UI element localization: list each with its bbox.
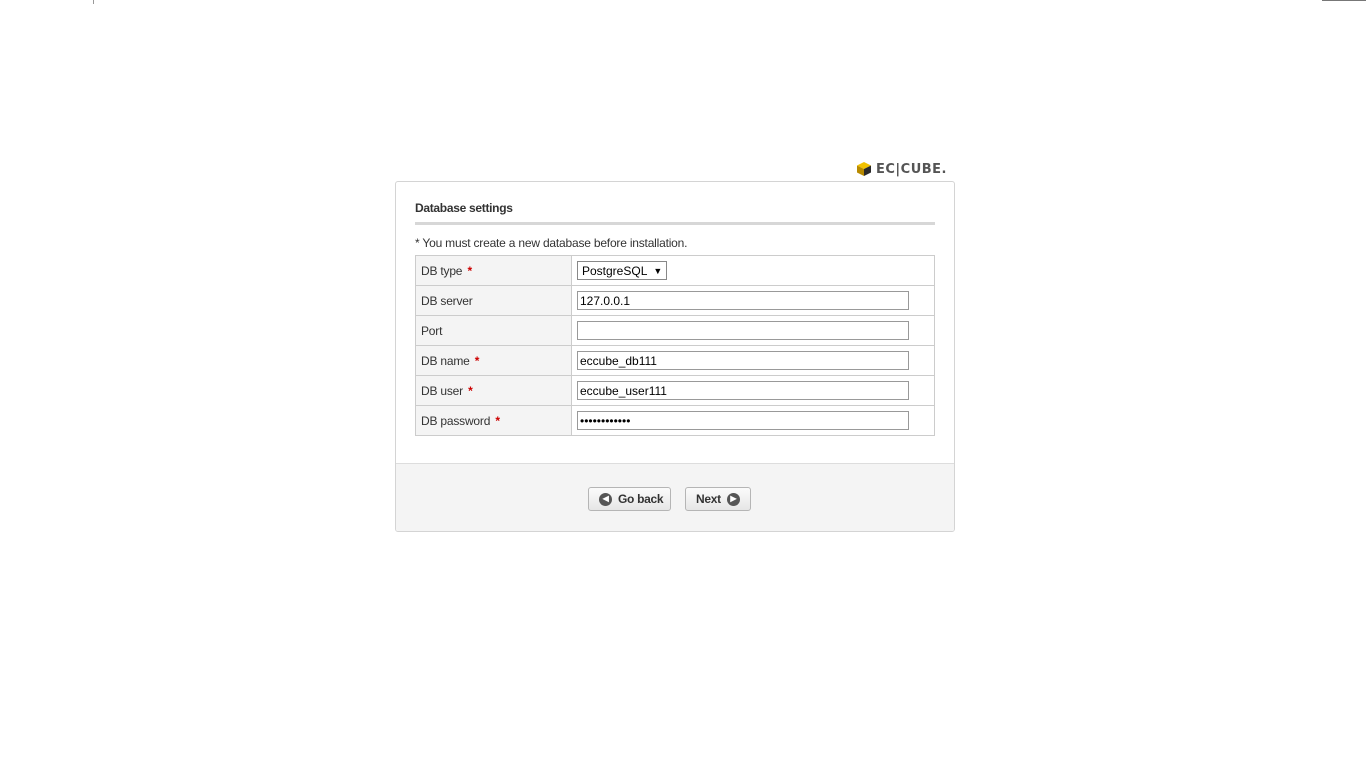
cube-logo-icon (857, 162, 871, 176)
db-password-value-cell (571, 405, 935, 436)
arrow-left-icon: ◀ (599, 492, 612, 506)
next-button[interactable]: Next ▶ (685, 487, 751, 511)
db-name-value-cell (571, 345, 935, 376)
db-server-value-cell (571, 285, 935, 316)
installer-page: EC|CUBE. Database settings * You must cr… (0, 0, 1366, 768)
form-row-db-password: DB password * (415, 405, 935, 436)
panel-body: Database settings * You must create a ne… (415, 201, 935, 436)
form-row-port: Port (415, 315, 935, 346)
db-name-input[interactable] (577, 351, 909, 370)
db-type-value-cell: PostgreSQL ▼ (571, 255, 935, 286)
go-back-button[interactable]: ◀ Go back (588, 487, 671, 511)
port-label: Port (421, 323, 443, 338)
required-mark: * (467, 263, 472, 278)
logo-text: EC|CUBE. (876, 161, 947, 177)
db-user-label-cell: DB user * (415, 375, 572, 406)
db-user-label: DB user (421, 383, 463, 398)
form-row-db-user: DB user * (415, 375, 935, 406)
arrow-right-icon: ▶ (726, 492, 740, 506)
db-type-label: DB type (421, 263, 463, 278)
db-password-label: DB password (421, 413, 491, 428)
notice-text: * You must create a new database before … (415, 236, 688, 250)
button-bar: ◀ Go back Next ▶ (396, 463, 954, 531)
dropdown-arrow-icon: ▼ (653, 265, 663, 276)
db-password-label-cell: DB password * (415, 405, 572, 436)
database-form: DB type * PostgreSQL ▼ DB server 127.0.0… (415, 255, 935, 436)
required-mark: * (474, 353, 480, 368)
db-user-input[interactable] (577, 381, 909, 400)
db-name-label: DB name (421, 353, 470, 368)
next-label: Next (696, 492, 721, 506)
required-mark: * (495, 413, 500, 428)
page-edge-mark (93, 0, 94, 4)
port-label-cell: Port (415, 315, 572, 346)
database-settings-panel: Database settings * You must create a ne… (395, 181, 955, 532)
db-type-label-cell: DB type * (415, 255, 572, 286)
db-server-input[interactable] (577, 291, 909, 310)
eccube-logo: EC|CUBE. (856, 160, 956, 178)
port-input[interactable] (577, 321, 909, 340)
page-edge-line (1322, 0, 1366, 1)
db-server-label-cell: DB server (415, 285, 572, 316)
db-user-value-cell (571, 375, 935, 406)
section-title: Database settings (415, 201, 935, 225)
go-back-label: Go back (618, 492, 664, 506)
form-row-db-type: DB type * PostgreSQL ▼ (415, 255, 935, 286)
db-type-selected-value: PostgreSQL (582, 263, 648, 278)
port-value-cell (571, 315, 935, 346)
required-mark: * (468, 383, 473, 398)
db-password-input[interactable] (577, 411, 909, 430)
form-row-db-server: DB server (415, 285, 935, 316)
db-type-select[interactable]: PostgreSQL ▼ (577, 261, 668, 280)
form-row-db-name: DB name * (415, 345, 935, 376)
db-server-label: DB server (421, 293, 473, 308)
db-name-label-cell: DB name * (415, 345, 572, 376)
